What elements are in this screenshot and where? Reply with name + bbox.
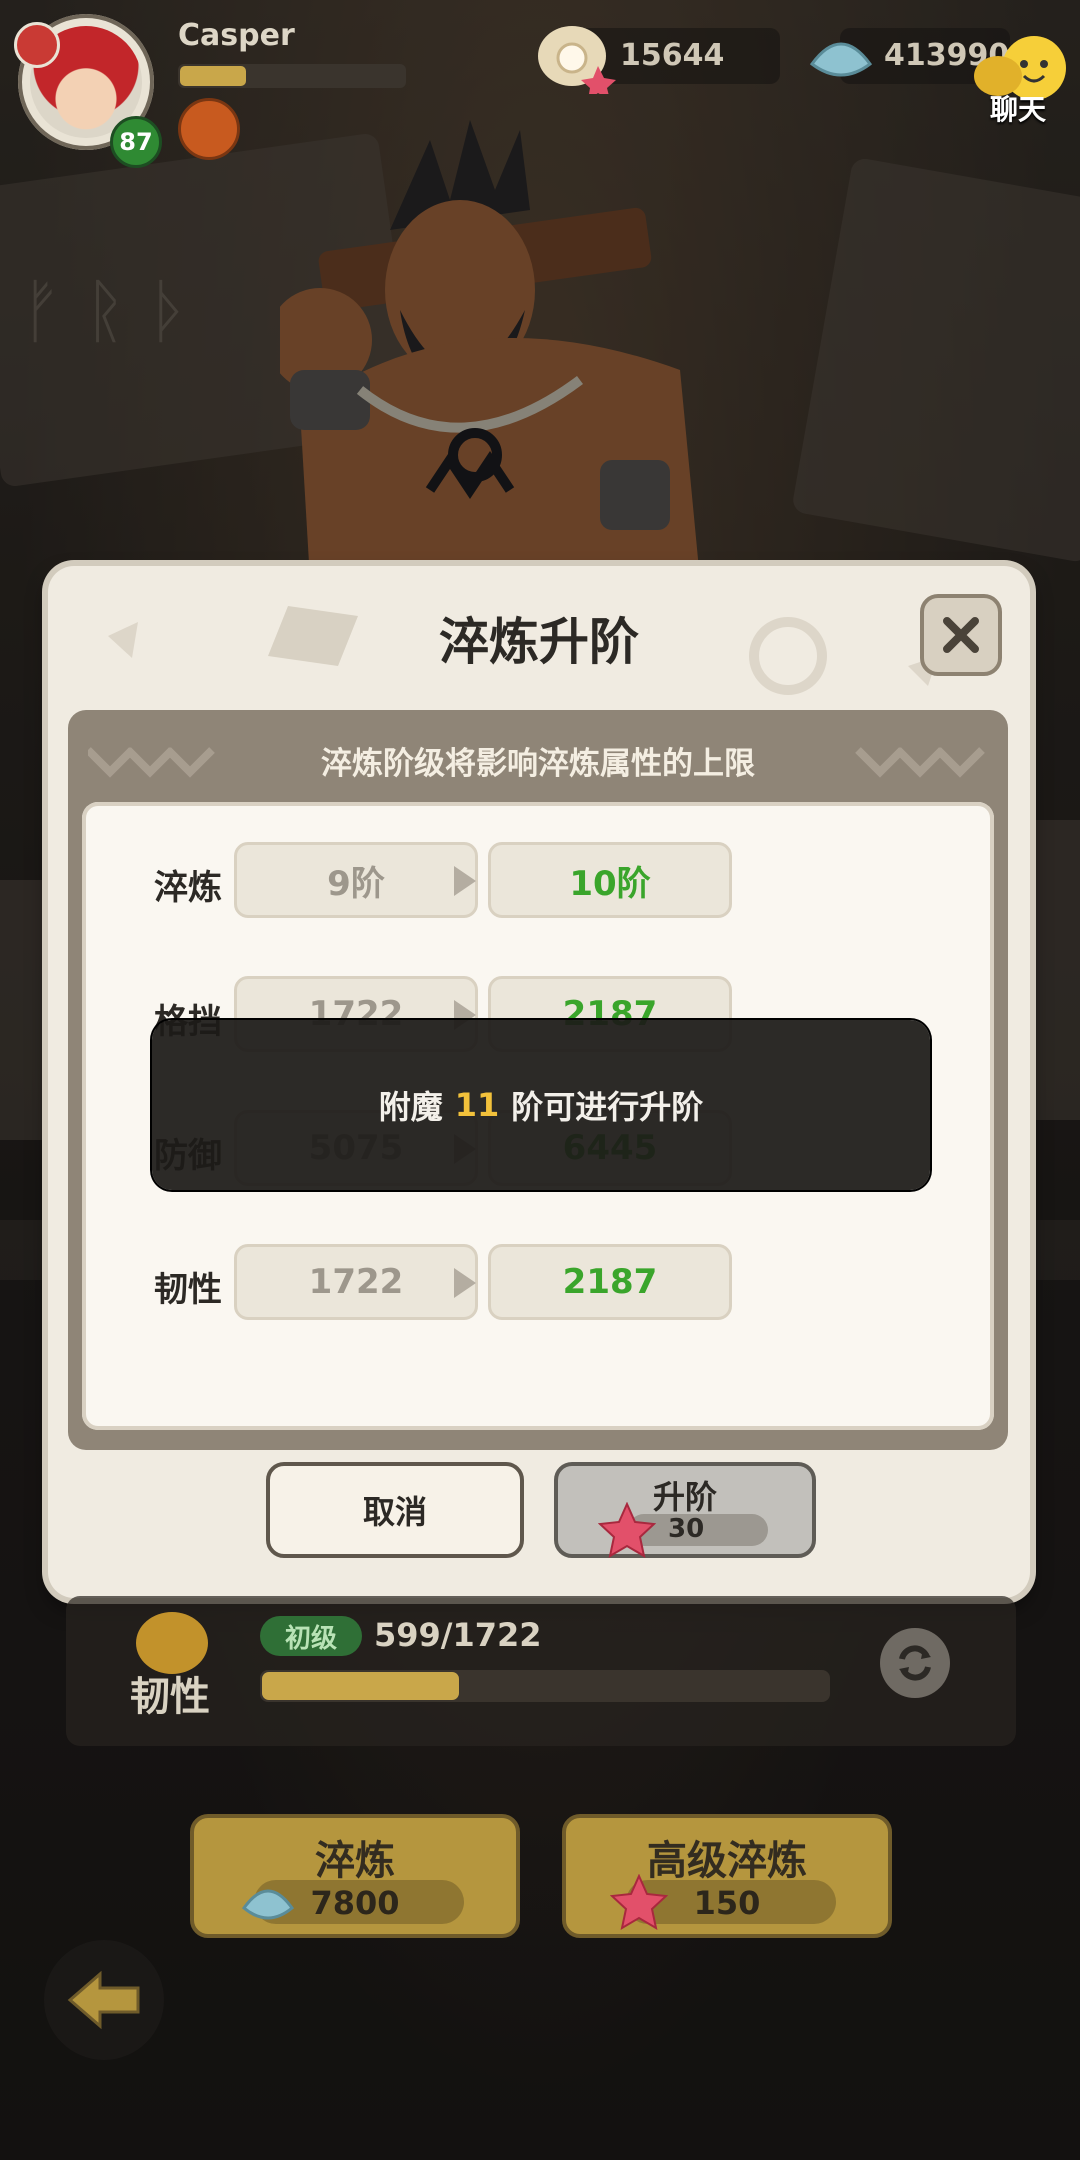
back-button[interactable] <box>44 1940 164 2060</box>
toughness-current-value: 1722 <box>234 1244 478 1320</box>
toast-prefix: 附魔 <box>378 1088 443 1126</box>
close-icon <box>943 617 979 653</box>
upgrade-button[interactable]: 升阶 30 <box>554 1462 816 1559</box>
player-name: Casper <box>178 18 295 53</box>
upgrade-cost: 30 <box>668 1514 705 1544</box>
advanced-temper-cost: 150 <box>693 1884 761 1922</box>
upgrade-button-label: 升阶 <box>652 1478 717 1516</box>
back-arrow-icon <box>67 1970 140 2030</box>
requirement-toast: 附魔 11 阶可进行升阶 <box>152 1020 930 1190</box>
exp-bar-fill <box>180 66 246 86</box>
dialog-title: 淬炼升阶 <box>439 613 639 671</box>
toughness-next-value: 2187 <box>488 1244 732 1320</box>
tier-badge: 初级 <box>260 1616 362 1656</box>
notification-dot-icon <box>14 22 60 68</box>
player-level-badge: 87 <box>110 116 162 168</box>
temper-button[interactable]: 淬炼 7800 <box>190 1814 520 1938</box>
attribute-progress-fill <box>262 1672 459 1700</box>
row-label-toughness: 韧性 <box>154 1270 222 1310</box>
refresh-button[interactable] <box>880 1628 950 1698</box>
attribute-label: 韧性 <box>130 1674 210 1720</box>
shell-icon <box>809 42 873 77</box>
close-button[interactable] <box>920 594 1002 676</box>
temper-current-value: 9阶 <box>234 842 478 918</box>
temper-next-value: 10阶 <box>488 842 732 918</box>
temper-cost: 7800 <box>310 1884 400 1922</box>
banner-subtitle: 淬炼阶级将影响淬炼属性的上限 <box>321 746 755 782</box>
chat-label[interactable]: 聊天 <box>990 88 1046 128</box>
attribute-progress-text: 599/1722 <box>374 1616 542 1654</box>
advanced-temper-button[interactable]: 高级淬炼 150 <box>562 1814 892 1938</box>
toast-suffix: 阶可进行升阶 <box>511 1088 704 1126</box>
refresh-icon <box>899 1645 931 1681</box>
arrow-right-icon <box>454 866 476 896</box>
starfish-icon <box>598 1502 656 1559</box>
arrow-right-icon <box>454 1268 476 1298</box>
pearl-amount: 15644 <box>620 38 725 73</box>
row-label-temper: 淬炼 <box>154 868 222 908</box>
rank-emblem-icon[interactable] <box>178 98 240 160</box>
toast-level-number: 11 <box>454 1086 500 1124</box>
cancel-button[interactable]: 取消 <box>266 1462 524 1558</box>
pearl-shell-icon <box>538 26 616 94</box>
